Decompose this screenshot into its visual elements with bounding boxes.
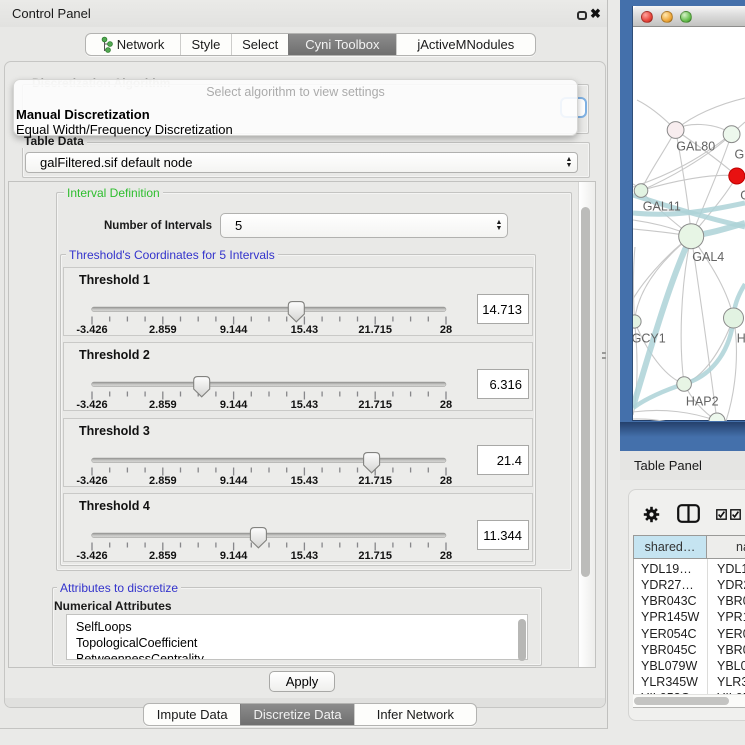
svg-text:GCY1: GCY1: [633, 332, 666, 346]
svg-text:GAL80: GAL80: [676, 140, 715, 154]
svg-text:HAP2: HAP2: [686, 395, 719, 409]
svg-text:G: G: [735, 148, 745, 162]
svg-text:GAL11: GAL11: [643, 200, 681, 214]
svg-text:GAL4: GAL4: [692, 250, 724, 264]
svg-text:H: H: [737, 332, 745, 346]
svg-text:G: G: [740, 189, 745, 203]
